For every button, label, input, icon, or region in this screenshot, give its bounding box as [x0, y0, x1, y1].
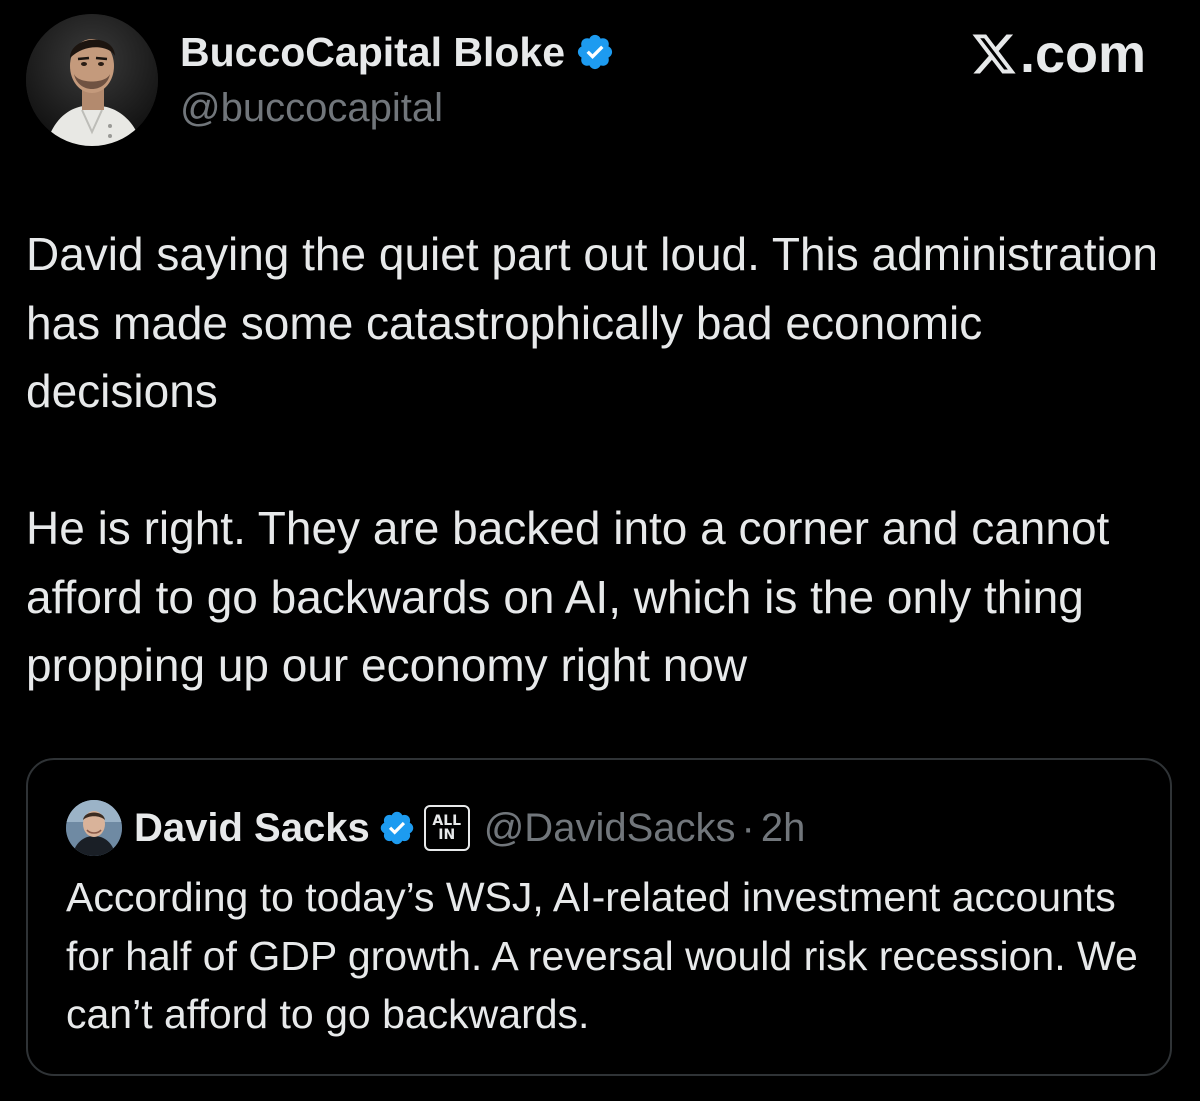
quoted-tweet-timestamp[interactable]: 2h — [761, 806, 806, 851]
author-avatar[interactable] — [26, 14, 158, 146]
tweet-screenshot: BuccoCapital Bloke @buccocapital .com Da… — [0, 0, 1200, 1101]
quoted-tweet-card[interactable]: David Sacks ALL IN @DavidSacks · 2h Acco… — [26, 758, 1172, 1076]
quoted-author-avatar[interactable] — [66, 800, 122, 856]
quoted-tweet-header: David Sacks ALL IN @DavidSacks · 2h — [66, 800, 805, 856]
all-in-affiliate-badge-icon[interactable]: ALL IN — [423, 805, 470, 851]
x-logo-icon — [972, 34, 1016, 74]
quoted-avatar-image — [66, 800, 122, 856]
quoted-author-name[interactable]: David Sacks — [134, 806, 370, 851]
separator-dot: · — [741, 805, 755, 850]
verified-badge-icon — [380, 811, 413, 845]
tweet-text: David saying the quiet part out loud. Th… — [26, 220, 1166, 700]
quoted-tweet-text: According to today’s WSJ, AI-related inv… — [66, 874, 1138, 1037]
quoted-author-handle[interactable]: @DavidSacks — [484, 806, 736, 851]
verified-badge-icon — [577, 34, 613, 70]
affiliate-badge-bottom: IN — [438, 827, 456, 843]
tweet-paragraph: David saying the quiet part out loud. Th… — [26, 228, 1158, 417]
author-name-row[interactable]: BuccoCapital Bloke — [180, 28, 615, 76]
affiliate-badge-top: ALL — [432, 813, 462, 829]
brand-logo: .com — [970, 24, 1146, 84]
author-name[interactable]: BuccoCapital Bloke — [180, 28, 565, 76]
author-handle[interactable]: @buccocapital — [180, 84, 443, 132]
brand-label: .com — [1019, 24, 1146, 84]
tweet-paragraph: He is right. They are backed into a corn… — [26, 502, 1110, 691]
avatar-image — [26, 14, 158, 146]
